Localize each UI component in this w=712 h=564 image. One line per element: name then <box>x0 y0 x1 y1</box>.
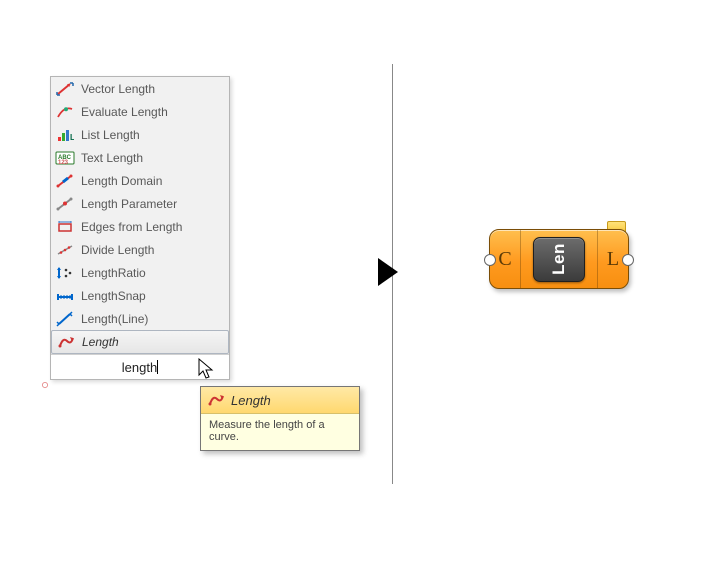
length-parameter-icon <box>55 195 75 213</box>
menu-item-label: Length Parameter <box>81 197 225 211</box>
length-snap-icon <box>55 287 75 305</box>
vector-length-icon <box>55 80 75 98</box>
menu-item-vector-length[interactable]: Vector Length <box>51 77 229 100</box>
output-port-label: L <box>607 248 619 271</box>
menu-item-length-ratio[interactable]: LengthRatio <box>51 261 229 284</box>
menu-item-length-domain[interactable]: Length Domain <box>51 169 229 192</box>
text-length-icon: ABC 123 <box>55 149 75 167</box>
menu-item-length-snap[interactable]: LengthSnap <box>51 284 229 307</box>
svg-text:123: 123 <box>58 160 69 166</box>
menu-item-list-length[interactable]: L List Length <box>51 123 229 146</box>
length-curve-icon <box>56 333 76 351</box>
svg-text:L: L <box>70 133 74 142</box>
length-curve-icon <box>207 392 225 408</box>
edges-from-length-icon <box>55 218 75 236</box>
text-caret <box>157 360 158 374</box>
menu-item-label: LengthSnap <box>81 289 225 303</box>
evaluate-length-icon <box>55 103 75 121</box>
list-length-icon: L <box>55 126 75 144</box>
menu-item-label: Text Length <box>81 151 225 165</box>
menu-item-label: Edges from Length <box>81 220 225 234</box>
tooltip-title: Length <box>231 393 271 408</box>
menu-item-divide-length[interactable]: Divide Length <box>51 238 229 261</box>
tooltip-header: Length <box>201 387 359 414</box>
tooltip-description: Measure the length of a curve. <box>201 414 359 450</box>
menu-item-label: Divide Length <box>81 243 225 257</box>
menu-item-text-length[interactable]: ABC 123 Text Length <box>51 146 229 169</box>
menu-item-length-line[interactable]: Length(Line) <box>51 307 229 330</box>
length-component[interactable]: C Len L <box>489 229 629 289</box>
menu-item-length-parameter[interactable]: Length Parameter <box>51 192 229 215</box>
output-grip-l[interactable] <box>622 254 634 266</box>
menu-item-label: Evaluate Length <box>81 105 225 119</box>
length-domain-icon <box>55 172 75 190</box>
canvas-target-icon <box>38 378 52 392</box>
menu-item-label: List Length <box>81 128 225 142</box>
tooltip: Length Measure the length of a curve. <box>200 386 360 451</box>
input-grip-c[interactable] <box>484 254 496 266</box>
component-name-label: Len <box>549 243 569 275</box>
menu-item-evaluate-length[interactable]: Evaluate Length <box>51 100 229 123</box>
menu-item-label: Length <box>82 335 224 349</box>
length-line-icon <box>55 310 75 328</box>
component-body[interactable]: C Len L <box>489 229 629 289</box>
menu-item-label: Length Domain <box>81 174 225 188</box>
search-input[interactable]: length <box>122 360 157 375</box>
component-search-menu[interactable]: Vector Length Evaluate Length L List Len… <box>50 76 230 380</box>
length-ratio-icon <box>55 264 75 282</box>
component-chip[interactable]: Len <box>521 237 597 282</box>
input-port-label: C <box>498 248 511 271</box>
menu-item-label: Length(Line) <box>81 312 225 326</box>
menu-item-length[interactable]: Length <box>51 330 229 354</box>
divide-length-icon <box>55 241 75 259</box>
search-row[interactable]: length <box>51 354 229 379</box>
arrow-right-icon <box>378 258 398 286</box>
menu-item-label: Vector Length <box>81 82 225 96</box>
menu-item-edges-from-length[interactable]: Edges from Length <box>51 215 229 238</box>
menu-item-label: LengthRatio <box>81 266 225 280</box>
